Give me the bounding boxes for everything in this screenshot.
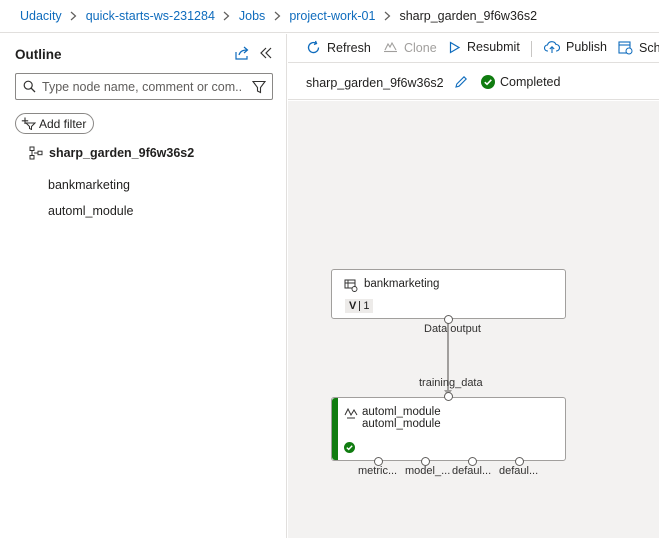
resubmit-button[interactable]: Resubmit (448, 40, 520, 54)
automl-icon (344, 407, 358, 423)
filter-icon[interactable] (250, 78, 268, 96)
outline-item-automl-module[interactable]: automl_module (48, 204, 133, 218)
toolbar-divider (531, 41, 532, 57)
module-node-title: automl_module (362, 406, 441, 418)
check-circle-icon (481, 75, 495, 89)
toolbar: Refresh Clone Resubmit Publish Sche (288, 34, 659, 63)
chevron-right-icon (215, 9, 239, 23)
add-filter-button[interactable]: Add filter (15, 113, 95, 134)
pipeline-icon (29, 146, 43, 160)
chevron-right-icon (375, 9, 399, 23)
refresh-icon (307, 40, 320, 54)
version-prefix: V (349, 300, 357, 312)
port-label-model: model_... (405, 465, 451, 477)
edit-icon[interactable] (454, 75, 468, 89)
refresh-label: Refresh (327, 40, 371, 55)
version-number: 1 (363, 300, 370, 312)
port-label-default-1: defaul... (452, 465, 492, 477)
check-circle-icon (344, 442, 355, 456)
clone-icon (384, 41, 397, 53)
module-node-subtitle: automl_module (362, 418, 441, 430)
chevron-right-icon (265, 9, 289, 23)
share-icon[interactable] (233, 44, 251, 62)
job-header: sharp_garden_9f6w36s2 Completed (288, 64, 659, 100)
breadcrumb-workspace[interactable]: quick-starts-ws-231284 (86, 9, 215, 23)
port-label-training-data: training_data (419, 377, 483, 389)
dataset-node-title: bankmarketing (364, 278, 440, 290)
version-divider (359, 301, 361, 311)
search-icon (16, 80, 42, 93)
dataset-node-bankmarketing[interactable]: bankmarketing V 1 (331, 269, 566, 319)
outline-root-label: sharp_garden_9f6w36s2 (49, 146, 195, 160)
port-label-data-output: Data output (424, 323, 481, 335)
add-filter-label: Add filter (39, 116, 87, 131)
collapse-panel-icon[interactable] (257, 44, 275, 62)
publish-button[interactable]: Publish (544, 40, 607, 54)
clone-button[interactable]: Clone (383, 40, 437, 55)
outline-panel: Outline Add filter sharp_garden_9f6w36s2… (0, 34, 287, 538)
breadcrumb-current: sharp_garden_9f6w36s2 (399, 9, 538, 23)
cloud-upload-icon (544, 41, 560, 53)
outline-title: Outline (15, 47, 62, 62)
node-search[interactable] (15, 73, 273, 100)
breadcrumb-workspace-org[interactable]: Udacity (20, 9, 62, 23)
schedule-label: Sche (639, 40, 659, 55)
job-name: sharp_garden_9f6w36s2 (306, 76, 444, 90)
resubmit-label: Resubmit (467, 40, 520, 54)
status-badge: Completed (481, 75, 560, 89)
module-node-automl[interactable]: automl_module automl_module (331, 397, 566, 461)
outline-root-pipeline[interactable]: sharp_garden_9f6w36s2 (29, 146, 194, 160)
chevron-right-icon (62, 9, 86, 23)
schedule-button[interactable]: Sche (618, 40, 659, 55)
clone-label: Clone (404, 40, 437, 55)
breadcrumb-experiment[interactable]: project-work-01 (289, 9, 375, 23)
status-strip (332, 398, 338, 460)
input-port-training-data[interactable] (444, 392, 453, 401)
version-badge: V 1 (345, 299, 374, 313)
refresh-button[interactable]: Refresh (306, 40, 371, 55)
breadcrumb: Udacity quick-starts-ws-231284 Jobs proj… (0, 0, 659, 33)
outline-item-bankmarketing[interactable]: bankmarketing (48, 178, 130, 192)
play-icon (449, 40, 461, 54)
search-input[interactable] (42, 79, 242, 94)
dataset-icon (344, 279, 358, 295)
breadcrumb-jobs[interactable]: Jobs (239, 9, 265, 23)
port-label-metrics: metric... (358, 465, 398, 477)
calendar-icon (618, 41, 633, 55)
status-label: Completed (500, 75, 561, 89)
pipeline-canvas[interactable]: bankmarketing V 1 Data output training_d… (288, 101, 659, 538)
publish-label: Publish (566, 40, 607, 54)
port-label-default-2: defaul... (499, 465, 539, 477)
add-filter-icon (21, 117, 36, 130)
